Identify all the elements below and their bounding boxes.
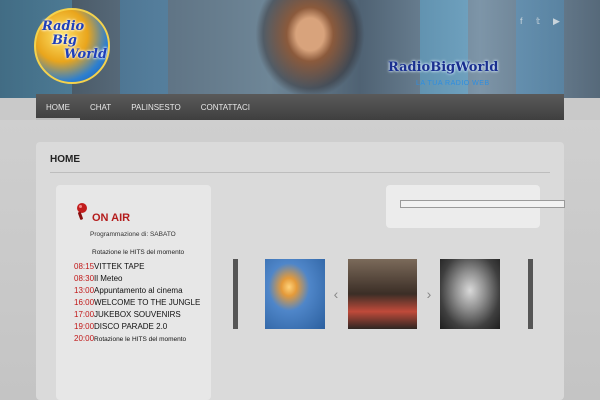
- facebook-icon[interactable]: f: [520, 16, 523, 26]
- nav-item-palinsesto[interactable]: PALINSESTO: [121, 94, 191, 120]
- logo-line: Radio: [42, 19, 85, 34]
- brand-tagline: LA TUA RADIO WEB: [416, 80, 490, 87]
- carousel-thumb-partial[interactable]: [528, 259, 533, 329]
- microphone-icon: [77, 203, 87, 220]
- nav-item-contattaci[interactable]: CONTATTACI: [191, 94, 260, 120]
- logo-text: Radio Big World: [42, 20, 112, 62]
- twitter-icon[interactable]: 𝕥: [536, 16, 540, 27]
- schedule-time: 16:00: [74, 298, 95, 307]
- carousel-thumb[interactable]: [440, 259, 500, 329]
- search-widget: [386, 185, 565, 228]
- logo-line: World: [64, 47, 108, 62]
- schedule-row: 16:00WELCOME TO THE JUNGLE: [74, 297, 214, 309]
- nav-item-home[interactable]: HOME: [36, 94, 80, 120]
- carousel-thumb[interactable]: [348, 259, 417, 329]
- schedule-row: 08:30Il Meteo: [74, 273, 214, 285]
- nav-item-chat[interactable]: CHAT: [80, 94, 121, 120]
- brand-name: RadioBigWorld: [388, 60, 499, 75]
- schedule-show: Il Meteo: [94, 274, 123, 283]
- banner-figure: [255, 0, 365, 98]
- chevron-left-icon[interactable]: ‹: [328, 284, 344, 304]
- youtube-icon[interactable]: ▶: [553, 16, 560, 27]
- schedule-time: 08:15: [74, 262, 95, 271]
- schedule-row: 17:00JUKEBOX SOUVENIRS: [74, 309, 214, 321]
- schedule-time: 13:00: [74, 286, 95, 295]
- schedule-time: 19:00: [74, 322, 95, 331]
- schedule-row: 08:15VITTEK TAPE: [74, 261, 214, 273]
- title-divider: [50, 172, 550, 173]
- schedule-row: 19:00DISCO PARADE 2.0: [74, 321, 214, 333]
- schedule-show: JUKEBOX SOUVENIRS: [94, 310, 181, 319]
- carousel-thumb-partial[interactable]: [233, 259, 238, 329]
- schedule-show: DISCO PARADE 2.0: [94, 322, 168, 331]
- schedule-time: 08:30: [74, 274, 95, 283]
- schedule-row: 13:00Appuntamento al cinema: [74, 285, 214, 297]
- carousel-thumb[interactable]: [265, 259, 325, 329]
- onair-widget: ON AIR Programmazione di: SABATO Rotazio…: [56, 185, 211, 400]
- schedule-time: 17:00: [74, 310, 95, 319]
- schedule-row: 20:00Rotazione le HITS del momento: [74, 333, 214, 345]
- page-title: HOME: [50, 154, 80, 165]
- now-playing: Rotazione le HITS del momento: [92, 249, 185, 256]
- main-nav: HOME CHAT PALINSESTO CONTATTACI: [36, 94, 564, 120]
- logo-line: Big: [52, 33, 78, 48]
- schedule-show: Appuntamento al cinema: [94, 286, 183, 295]
- chevron-right-icon[interactable]: ›: [421, 284, 437, 304]
- schedule-show: Rotazione le HITS del momento: [94, 336, 187, 343]
- onair-title: ON AIR: [92, 212, 131, 224]
- schedule-show: VITTEK TAPE: [94, 262, 145, 271]
- schedule-list: 08:15VITTEK TAPE 08:30Il Meteo 13:00Appu…: [74, 261, 214, 345]
- schedule-show: WELCOME TO THE JUNGLE: [94, 298, 201, 307]
- search-input[interactable]: [400, 200, 565, 208]
- programming-label: Programmazione di: SABATO: [90, 231, 176, 238]
- schedule-time: 20:00: [74, 334, 95, 343]
- content-panel: HOME ON AIR Programmazione di: SABATO Ro…: [36, 142, 565, 400]
